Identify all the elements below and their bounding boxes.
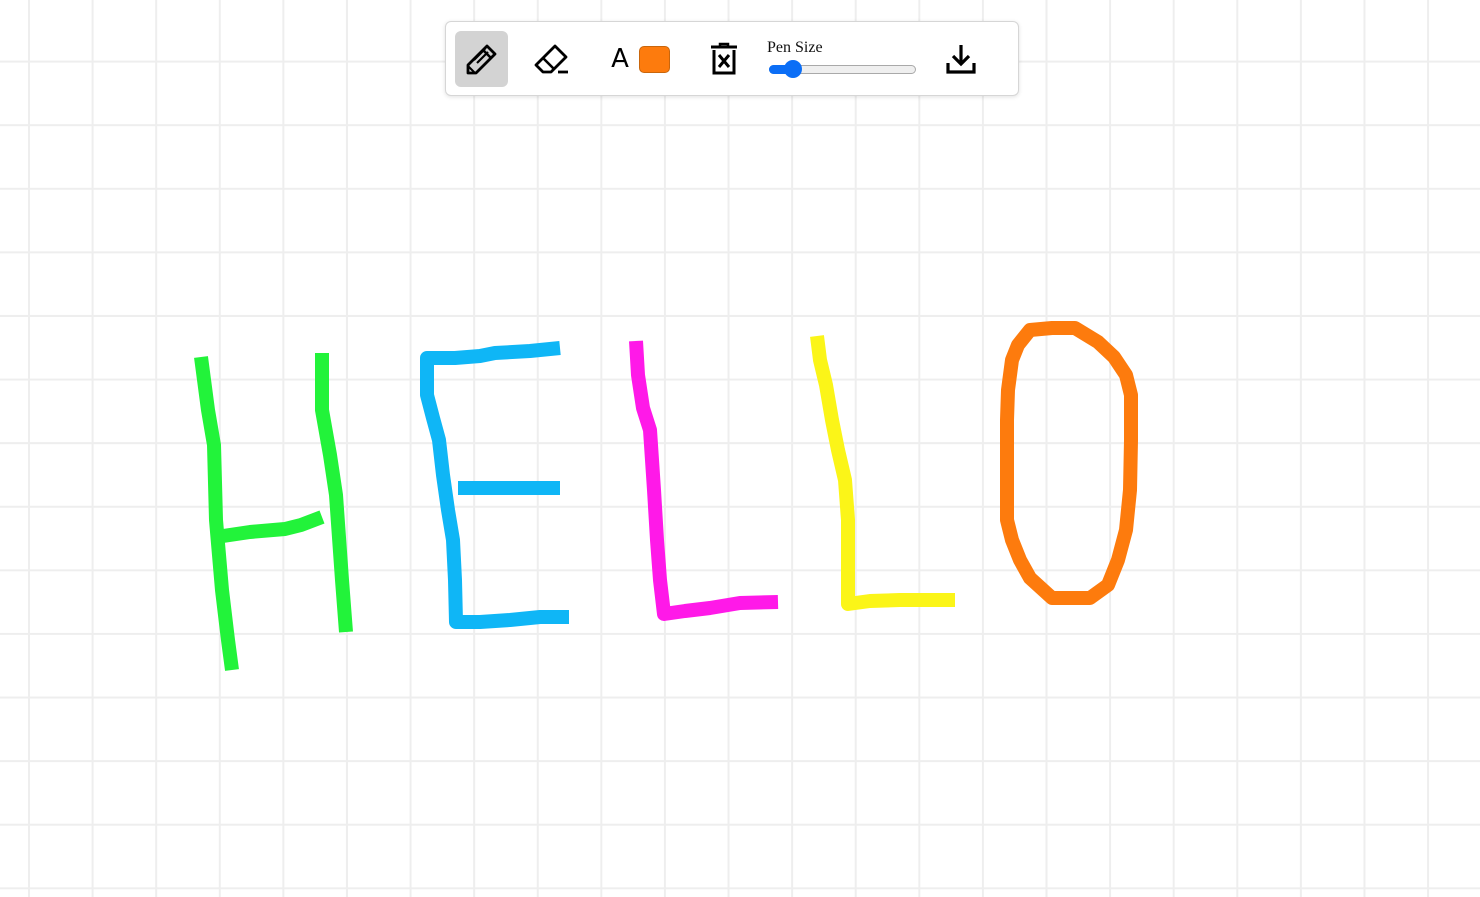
download-button[interactable] xyxy=(936,31,986,87)
delete-canvas-icon xyxy=(711,42,737,75)
eraser-tool-button[interactable] xyxy=(526,31,578,87)
pen-size-slider[interactable] xyxy=(769,60,916,78)
download-icon xyxy=(946,45,976,74)
eraser-icon xyxy=(534,44,568,74)
drawing-layer xyxy=(194,321,1138,671)
color-picker-swatch[interactable] xyxy=(639,46,670,73)
stroke-h-left xyxy=(194,356,239,671)
stroke-h-bar xyxy=(221,510,325,543)
clear-canvas-button[interactable] xyxy=(704,31,744,87)
stroke-letter-l2 xyxy=(810,335,955,611)
stroke-l1 xyxy=(629,340,779,621)
stroke-letter-e xyxy=(420,341,569,629)
stroke-h-right xyxy=(315,353,353,633)
stroke-o xyxy=(1000,321,1138,605)
pen-size-label: Pen Size xyxy=(767,39,823,56)
pen-tool-button[interactable] xyxy=(455,31,508,87)
toolbar: A Pen Size xyxy=(445,21,1019,96)
stroke-letter-o xyxy=(1000,321,1138,605)
text-tool-button[interactable]: A xyxy=(606,31,634,87)
stroke-letter-h xyxy=(194,353,353,671)
stroke-letter-l1 xyxy=(629,340,779,621)
pen-size-slider-thumb[interactable] xyxy=(784,60,803,78)
pencil-icon xyxy=(466,44,496,75)
drawing-canvas[interactable] xyxy=(0,0,1480,897)
stroke-l2 xyxy=(810,335,955,611)
